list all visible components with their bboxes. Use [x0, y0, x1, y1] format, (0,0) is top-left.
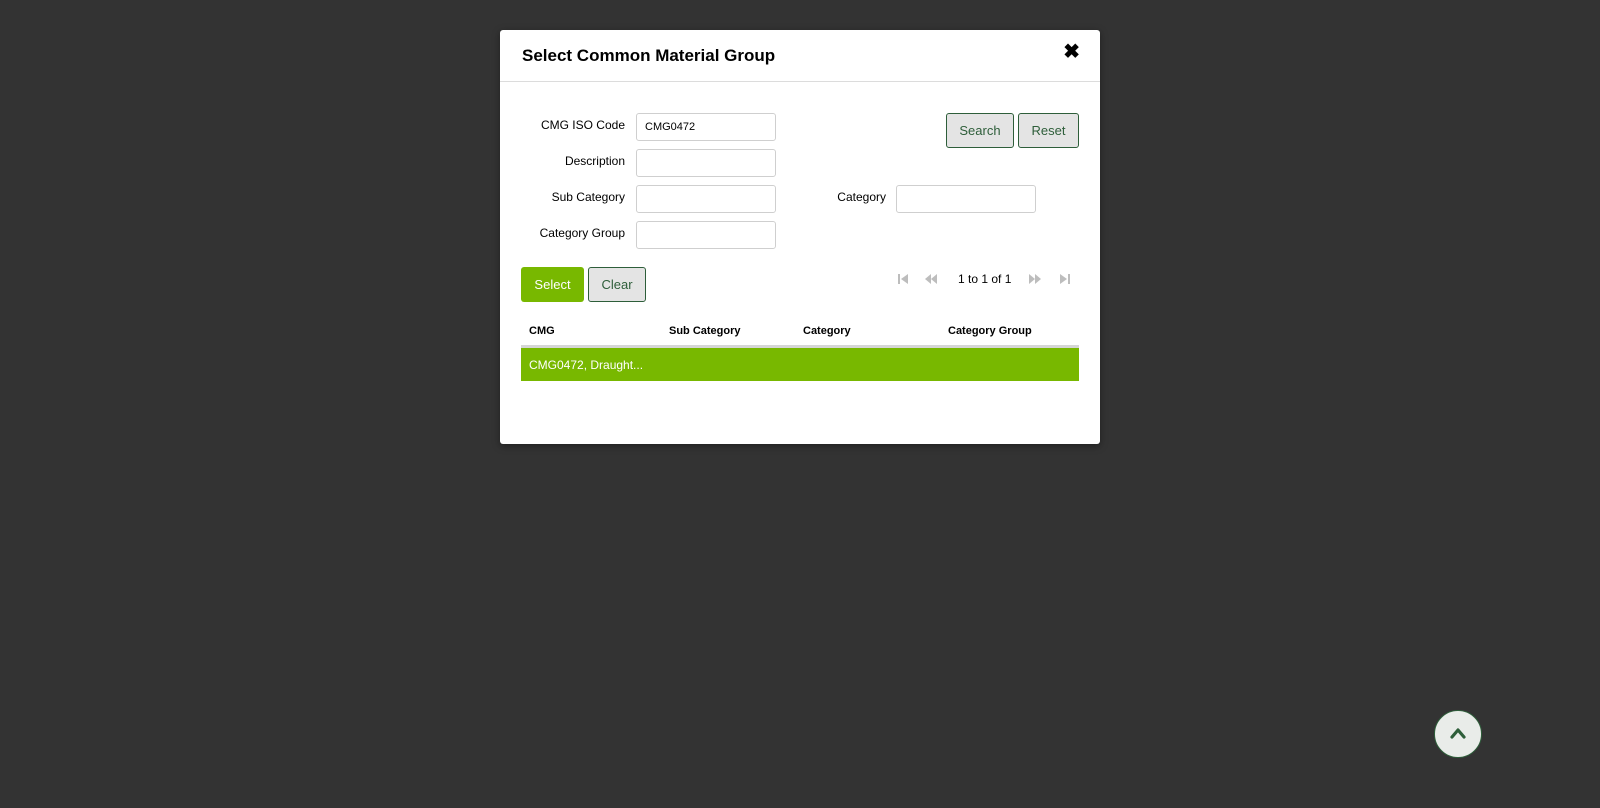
close-icon[interactable]: ✖: [1063, 42, 1080, 62]
pagination-summary: 1 to 1 of 1: [958, 272, 1012, 286]
first-page-icon[interactable]: [896, 272, 910, 286]
category-label: Category: [837, 190, 886, 204]
category-input[interactable]: [896, 185, 1036, 213]
previous-page-icon[interactable]: [924, 272, 938, 286]
category-group-input[interactable]: [636, 221, 776, 249]
sub-category-input[interactable]: [636, 185, 776, 213]
dialog-title: Select Common Material Group: [522, 46, 776, 65]
table-row[interactable]: CMG0472, Draught...: [521, 348, 1079, 381]
grid-header-row: CMG Sub Category Category Category Group: [521, 317, 1079, 348]
reset-button[interactable]: Reset: [1018, 113, 1079, 148]
column-header-category-group[interactable]: Category Group: [948, 325, 1032, 337]
last-page-icon[interactable]: [1058, 272, 1072, 286]
category-group-label: Category Group: [539, 226, 625, 240]
column-header-cmg[interactable]: CMG: [529, 325, 555, 337]
select-cmg-dialog: Select Common Material Group ✖ CMG ISO C…: [500, 30, 1100, 444]
dialog-header: Select Common Material Group ✖: [500, 30, 1100, 82]
cmg-iso-code-input[interactable]: [636, 113, 776, 141]
select-button[interactable]: Select: [521, 267, 584, 302]
cell-cmg: CMG0472, Draught...: [529, 358, 644, 372]
pagination: 1 to 1 of 1: [896, 270, 1076, 290]
search-button[interactable]: Search: [946, 113, 1014, 148]
column-header-sub-category[interactable]: Sub Category: [669, 325, 741, 337]
next-page-icon[interactable]: [1028, 272, 1042, 286]
description-input[interactable]: [636, 149, 776, 177]
description-label: Description: [564, 154, 625, 168]
clear-button[interactable]: Clear: [588, 267, 646, 302]
column-header-category[interactable]: Category: [803, 325, 851, 337]
scroll-to-top-button[interactable]: [1434, 710, 1482, 758]
cmg-iso-code-label: CMG ISO Code: [540, 118, 625, 132]
chevron-up-icon: [1450, 728, 1466, 739]
sub-category-label: Sub Category: [551, 190, 625, 204]
cmg-results-grid: CMG Sub Category Category Category Group…: [521, 317, 1079, 381]
